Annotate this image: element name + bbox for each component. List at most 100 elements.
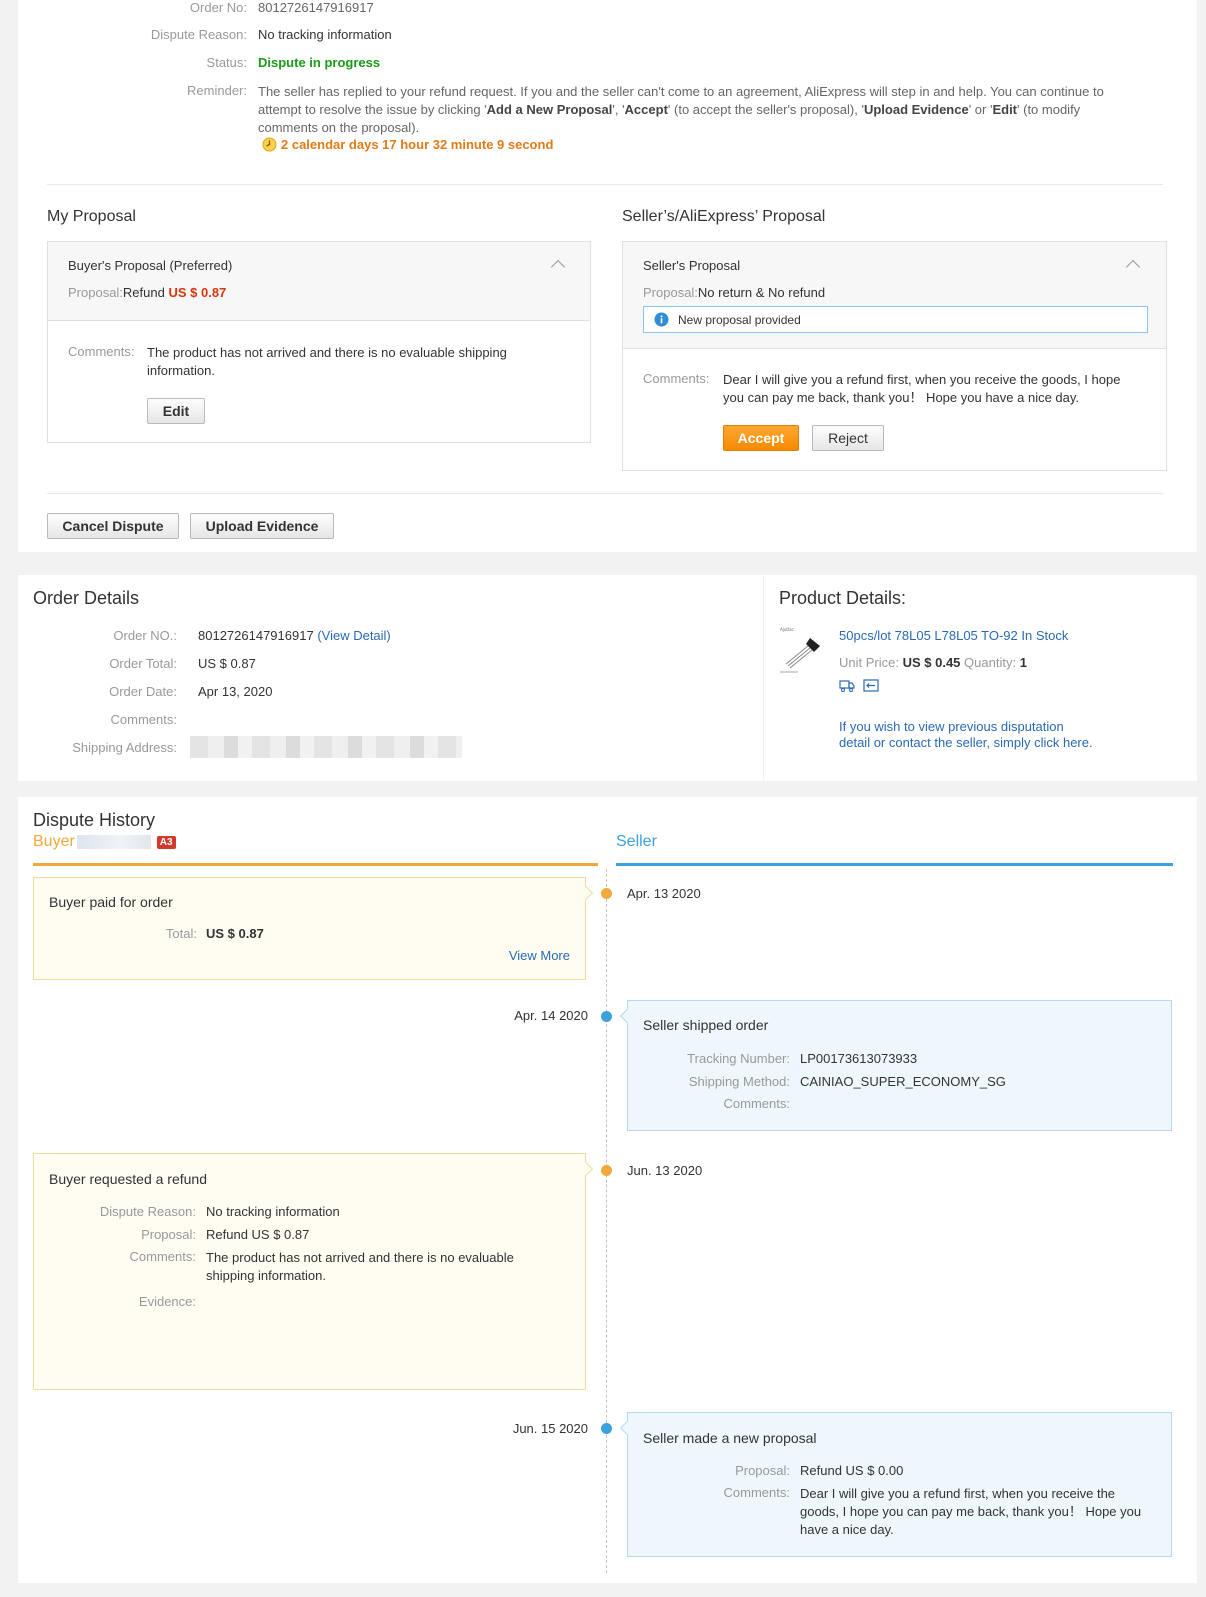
reminder-line-3: comments on the proposal). xyxy=(258,120,420,135)
event-dispute-reason: Dispute Reason: No tracking information xyxy=(99,1204,340,1219)
buyer-column-underline xyxy=(33,863,598,866)
new-proposal-notice-text: New proposal provided xyxy=(678,312,801,327)
order-comments-label: Comments: xyxy=(110,712,177,727)
order-total-label: Order Total: xyxy=(109,656,177,671)
event-card-seller-shipped: Seller shipped order Tracking Number: LP… xyxy=(619,1000,1172,1131)
my-proposal-card: Buyer's Proposal (Preferred) Proposal:Re… xyxy=(47,241,591,443)
shipping-truck-icon[interactable] xyxy=(839,679,855,692)
my-proposal-header: Buyer's Proposal (Preferred) Proposal:Re… xyxy=(48,242,590,321)
order-details-panel: Order Details Order NO.: 801272614791691… xyxy=(18,575,763,781)
reject-button[interactable]: Reject xyxy=(812,425,884,451)
shipping-address-label: Shipping Address: xyxy=(72,740,177,755)
upload-evidence-button[interactable]: Upload Evidence xyxy=(190,513,334,539)
event-card-seller-proposal: Seller made a new proposal Proposal: Ref… xyxy=(619,1412,1172,1557)
reminder-label: Reminder: xyxy=(187,83,247,98)
shipping-address-redacted xyxy=(190,736,462,758)
dispute-reason-label: Dispute Reason: xyxy=(150,27,247,42)
product-details-heading: Product Details: xyxy=(779,588,907,608)
my-proposal-heading: My Proposal xyxy=(47,208,136,225)
event-date: Jun. 13 2020 xyxy=(627,1163,703,1178)
buyer-badge: A3 xyxy=(156,835,176,849)
dispute-history-panel: Dispute History Buyer A3 Seller Apr. 13 … xyxy=(18,797,1197,1583)
my-proposal-title: Buyer's Proposal (Preferred) xyxy=(68,258,233,273)
my-proposal-comments-label: Comments: xyxy=(68,344,135,359)
order-no-label: Order No: xyxy=(189,0,247,15)
order-date-value: Apr 13, 2020 xyxy=(198,684,273,699)
timeline-dot-buyer xyxy=(601,888,612,899)
event-proposal: Proposal: Refund US $ 0.00 xyxy=(735,1463,904,1478)
event-card-buyer-refund: Buyer requested a refund Dispute Reason:… xyxy=(33,1153,594,1390)
event-date: Jun. 15 2020 xyxy=(512,1421,588,1436)
event-date: Apr. 13 2020 xyxy=(627,886,701,901)
cancel-dispute-button[interactable]: Cancel Dispute xyxy=(47,513,179,539)
event-shipping-method: Shipping Method: CAINIAO_SUPER_ECONOMY_S… xyxy=(688,1074,1006,1089)
seller-label: Seller xyxy=(616,833,657,850)
seller-proposal-header: Seller's Proposal Proposal:No return & N… xyxy=(623,242,1166,349)
event-date: Apr. 14 2020 xyxy=(514,1008,588,1023)
clock-icon xyxy=(262,137,277,152)
order-total-value: US $ 0.87 xyxy=(198,656,256,671)
quantity-value: 1 xyxy=(1019,655,1027,670)
event-title: Buyer requested a refund xyxy=(49,1171,207,1187)
info-icon xyxy=(654,312,669,327)
countdown-text: 2 calendar days 17 hour 32 minute 9 seco… xyxy=(281,137,554,152)
product-thumbnail: Ajutlac xyxy=(778,624,830,676)
divider xyxy=(47,493,1163,494)
buyer-label: Buyer xyxy=(33,833,75,850)
my-proposal-amount: US $ 0.87 xyxy=(168,285,227,300)
status-badge: Dispute in progress xyxy=(258,55,381,70)
product-name-link[interactable]: 50pcs/lot 78L05 L78L05 TO-92 In Stock xyxy=(839,628,1068,643)
seller-proposal-heading: Seller’s/AliExpress’ Proposal xyxy=(622,208,826,225)
timeline-line xyxy=(606,869,607,1573)
seller-proposal-title: Seller's Proposal xyxy=(643,258,741,273)
event-title: Buyer paid for order xyxy=(49,894,173,910)
event-tracking: Tracking Number: LP00173613073933 xyxy=(687,1051,918,1066)
edit-button[interactable]: Edit xyxy=(147,398,205,424)
buyer-column-header: Buyer A3 xyxy=(33,833,176,851)
reminder-accept: Accept xyxy=(624,102,668,117)
order-details-heading: Order Details xyxy=(33,588,140,608)
dispute-panel: Order No: 8012726147916917 Dispute Reaso… xyxy=(18,0,1197,552)
seller-column-underline xyxy=(616,863,1173,866)
reminder-upload-evidence: Upload Evidence xyxy=(863,102,969,117)
reminder-edit: Edit xyxy=(992,102,1018,117)
collapse-chevron-up-icon[interactable] xyxy=(550,259,566,275)
timeline-dot-buyer xyxy=(601,1165,612,1176)
order-no-value: 8012726147916917 (View Detail) xyxy=(198,628,391,643)
new-proposal-notice: New proposal provided xyxy=(643,306,1148,333)
buyer-name-redacted xyxy=(76,835,151,849)
reminder-text: The seller has replied to your refund re… xyxy=(258,83,1158,137)
timeline-dot-seller xyxy=(601,1423,612,1434)
my-proposal-comments: The product has not arrived and there is… xyxy=(147,345,507,378)
view-detail-link[interactable]: (View Detail) xyxy=(317,628,390,643)
dispute-history-heading: Dispute History xyxy=(33,810,156,830)
order-no-label: Order NO.: xyxy=(113,628,177,643)
event-proposal: Proposal: Refund US $ 0.87 xyxy=(141,1227,310,1242)
collapse-chevron-up-icon[interactable] xyxy=(1125,259,1141,275)
order-no-value: 8012726147916917 xyxy=(258,0,374,15)
accept-button[interactable]: Accept xyxy=(723,425,799,451)
event-evidence: Evidence: xyxy=(138,1294,196,1309)
product-icons xyxy=(839,679,879,692)
view-more-link[interactable]: View More xyxy=(509,948,570,963)
svg-text:Ajutlac: Ajutlac xyxy=(780,627,794,632)
event-card-buyer-paid: Buyer paid for order Total: US $ 0.87 Vi… xyxy=(33,877,594,980)
reminder-line-2: attempt to resolve the issue by clicking… xyxy=(258,102,1081,117)
reminder-line-1: The seller has replied to your refund re… xyxy=(258,84,1104,99)
return-box-icon[interactable] xyxy=(863,679,879,692)
seller-proposal-proposal: Proposal:No return & No refund xyxy=(643,285,826,300)
seller-proposal-comments: Dear I will give you a refund first, whe… xyxy=(723,372,1121,405)
my-proposal-proposal: Proposal:Refund US $ 0.87 xyxy=(68,285,227,300)
product-price-row: Unit Price: US $ 0.45 Quantity: 1 xyxy=(839,655,1027,670)
previous-dispute-link[interactable]: If you wish to view previous disputation… xyxy=(839,719,1093,751)
divider xyxy=(47,184,1163,185)
event-title: Seller shipped order xyxy=(643,1017,769,1033)
dispute-reason-value: No tracking information xyxy=(258,27,392,42)
status-label: Status: xyxy=(206,55,247,70)
seller-proposal-comments-label: Comments: xyxy=(643,371,710,386)
event-comments: Comments: The product has not arrived an… xyxy=(129,1249,514,1283)
order-date-label: Order Date: xyxy=(109,684,177,699)
product-details-panel: Product Details: Ajutlac 50pcs/lot 78L05… xyxy=(764,575,1197,781)
reminder-add-proposal: Add a New Proposal xyxy=(486,102,613,117)
event-comments: Comments: xyxy=(723,1096,790,1111)
